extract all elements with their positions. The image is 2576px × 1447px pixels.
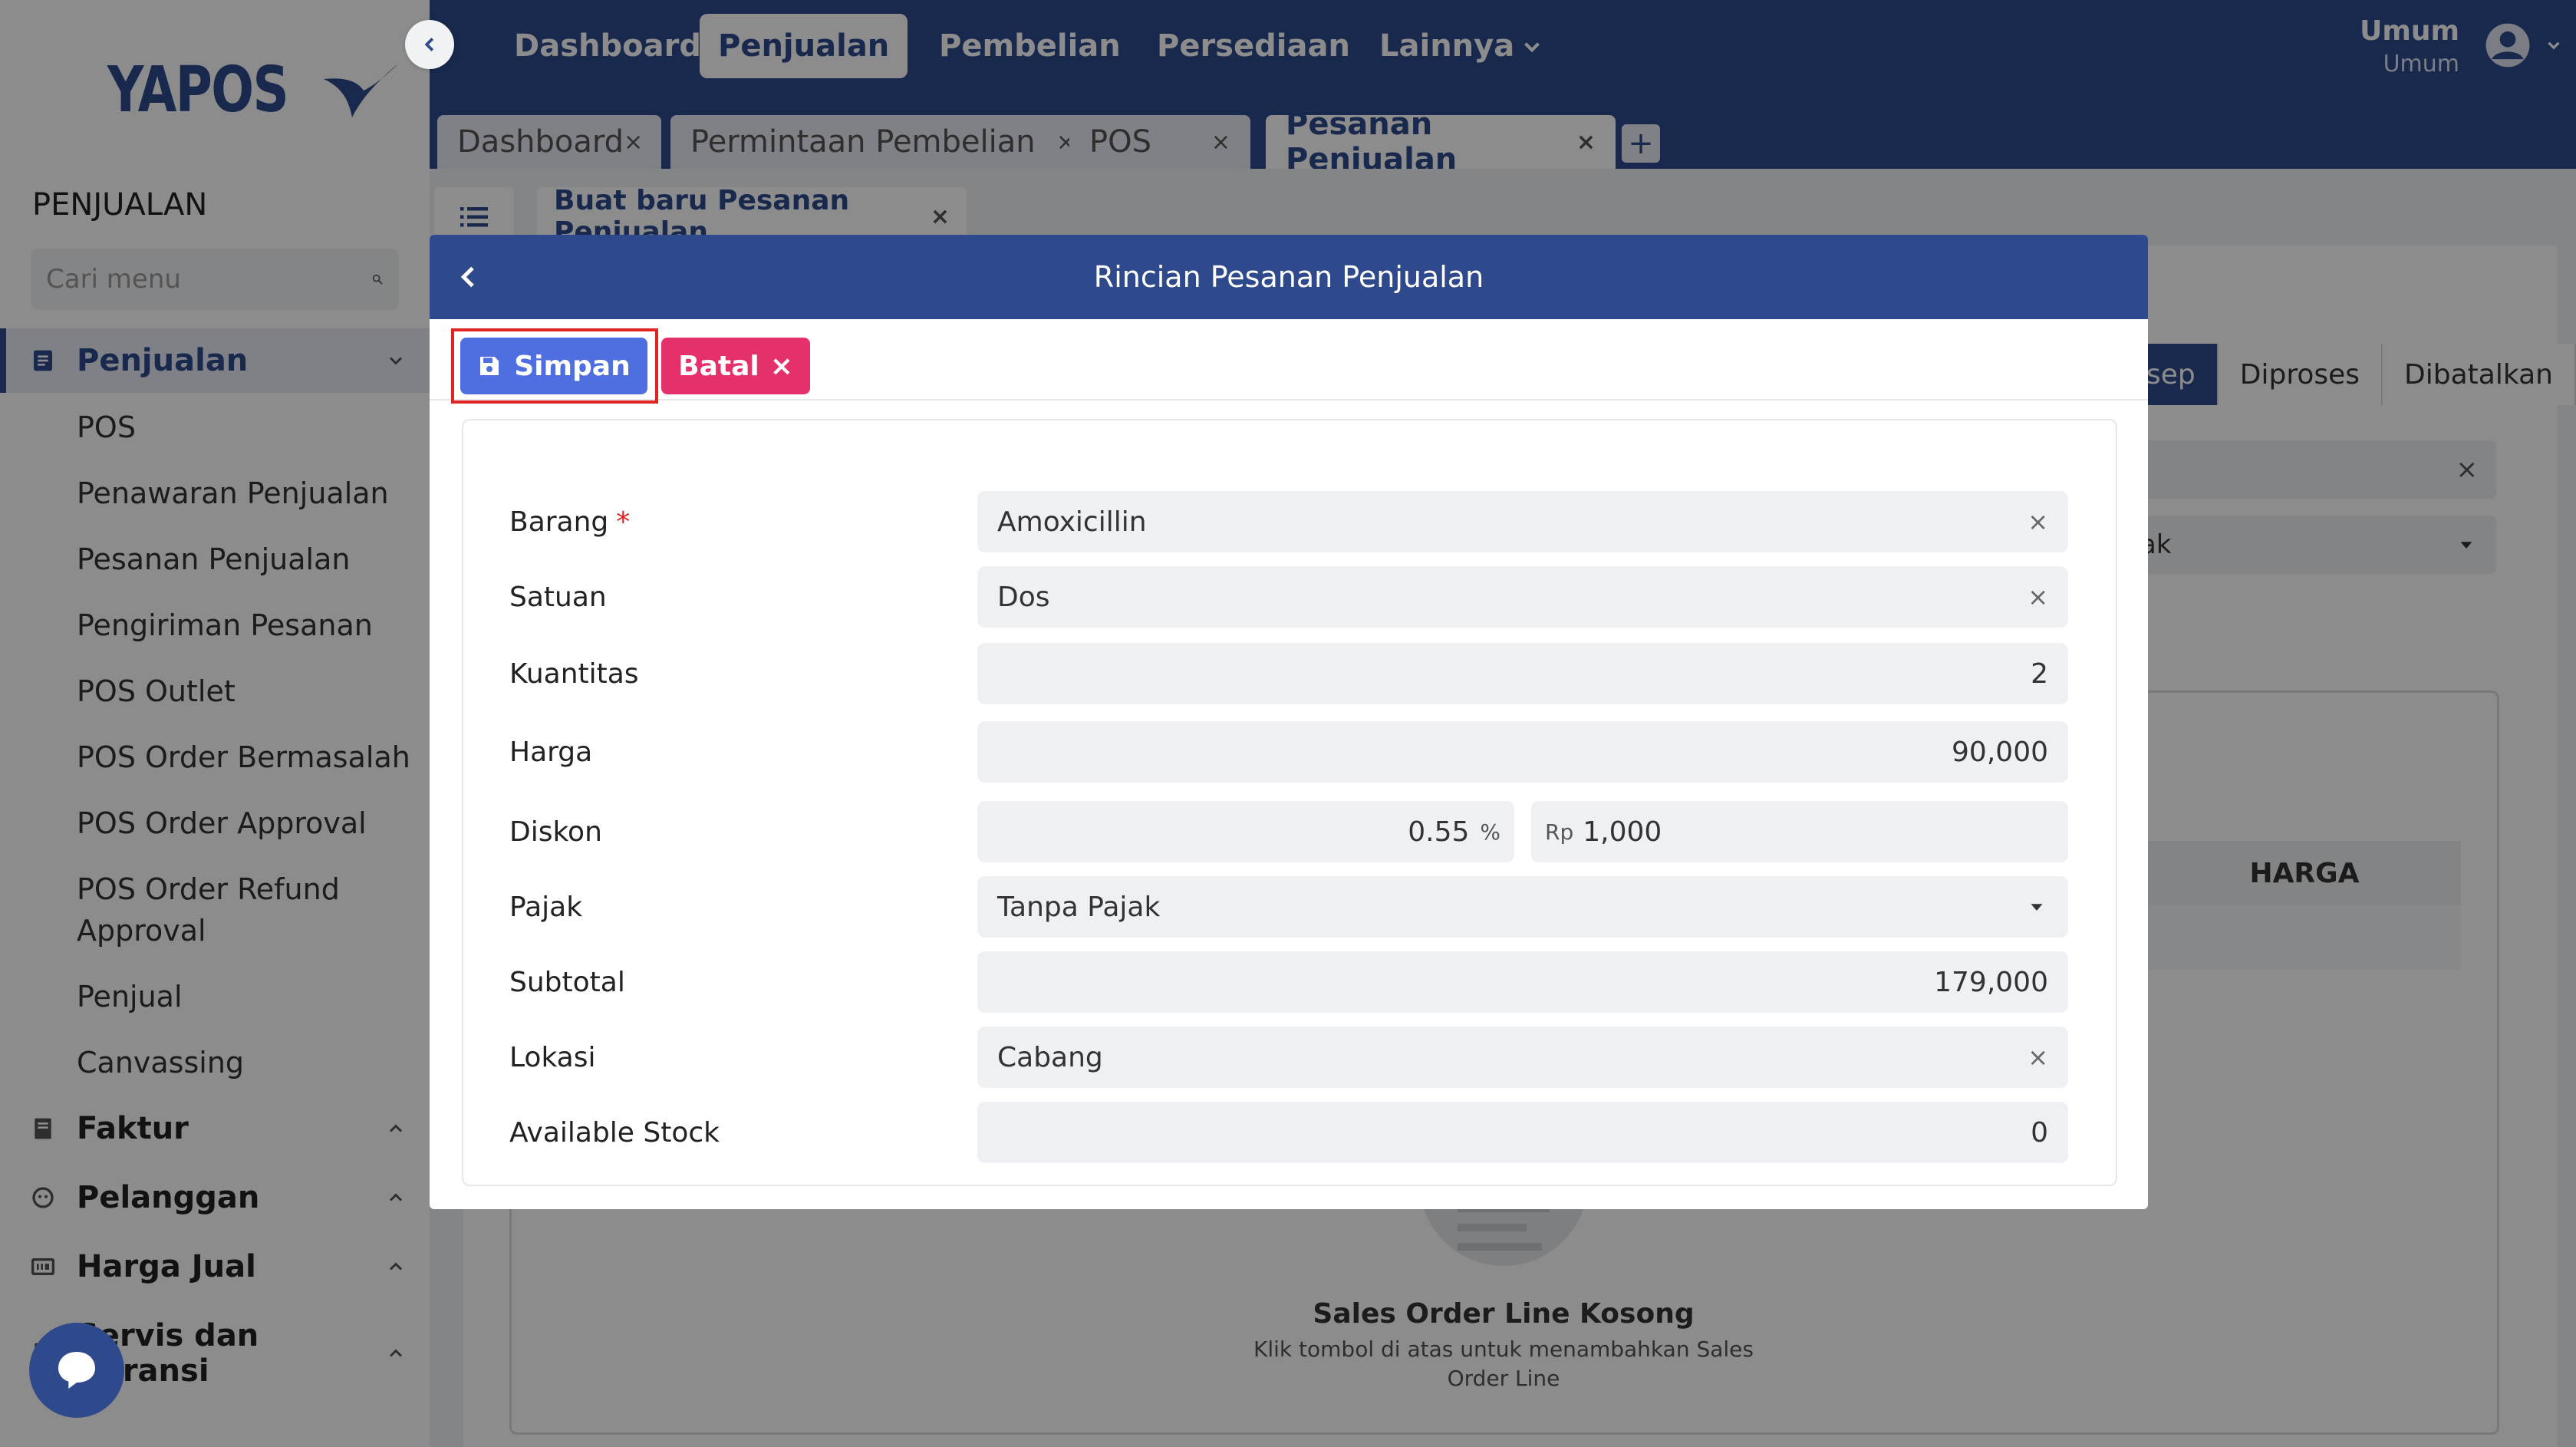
save-button[interactable]: Simpan (460, 338, 647, 394)
barang-field[interactable]: Amoxicillin × (977, 491, 2068, 552)
barang-value: Amoxicillin (997, 506, 1147, 538)
available-stock-field: 0 (977, 1102, 2068, 1163)
modal-title: Rincian Pesanan Penjualan (1093, 260, 1484, 294)
required-mark: * (616, 506, 631, 538)
modal-header: Rincian Pesanan Penjualan (430, 235, 2148, 319)
chevron-left-icon (424, 38, 434, 51)
percent-unit: % (1480, 819, 1500, 845)
label-diskon: Diskon (509, 816, 602, 848)
clear-icon[interactable]: × (2028, 1043, 2048, 1072)
lokasi-value: Cabang (997, 1041, 1103, 1073)
satuan-value: Dos (997, 581, 1050, 613)
diskon-amount-value: 1,000 (1583, 816, 1662, 848)
save-icon (480, 357, 499, 375)
label-kuantitas: Kuantitas (509, 658, 639, 690)
label-harga: Harga (509, 736, 593, 768)
label-text: Barang (509, 506, 609, 538)
diskon-amount-input[interactable]: Rp 1,000 (1531, 801, 2068, 862)
pajak-value: Tanpa Pajak (997, 891, 1161, 923)
chat-button[interactable] (29, 1323, 124, 1418)
label-lokasi: Lokasi (509, 1041, 596, 1073)
diskon-percent-input[interactable]: 0.55 % (977, 801, 1514, 862)
satuan-field[interactable]: Dos × (977, 566, 2068, 628)
cancel-button[interactable]: Batal × (661, 338, 810, 394)
chat-icon (58, 1352, 95, 1389)
detail-modal: Rincian Pesanan Penjualan Simpan Batal ×… (430, 235, 2148, 1209)
clear-icon[interactable]: × (2028, 507, 2048, 536)
label-available-stock: Available Stock (509, 1116, 720, 1149)
collapse-sidebar-button[interactable] (405, 20, 454, 69)
caret-down-icon (2031, 904, 2043, 911)
diskon-percent-value: 0.55 (1408, 816, 1470, 848)
currency-prefix: Rp (1545, 819, 1574, 845)
clear-icon[interactable]: × (2028, 582, 2048, 611)
back-button[interactable] (450, 258, 488, 296)
label-satuan: Satuan (509, 581, 607, 613)
save-label: Simpan (514, 350, 631, 382)
lokasi-field[interactable]: Cabang × (977, 1027, 2068, 1088)
subtotal-field: 179,000 (977, 951, 2068, 1013)
cancel-label: Batal (678, 350, 759, 382)
chevron-left-icon (460, 266, 474, 288)
pajak-select[interactable]: Tanpa Pajak (977, 876, 2068, 938)
label-barang: Barang * (509, 491, 630, 552)
harga-input[interactable]: 90,000 (977, 721, 2068, 783)
label-pajak: Pajak (509, 891, 583, 923)
kuantitas-input[interactable]: 2 (977, 643, 2068, 704)
label-subtotal: Subtotal (509, 966, 625, 998)
close-icon: × (769, 350, 793, 382)
